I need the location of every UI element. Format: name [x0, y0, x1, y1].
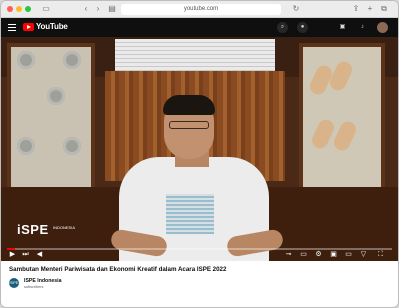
search-icon[interactable]: ⌕: [277, 22, 288, 33]
speaker-hair: [163, 95, 215, 115]
progress-bar[interactable]: [7, 248, 392, 250]
notifications-icon[interactable]: ♪: [357, 22, 368, 33]
decorative-plate: [63, 137, 81, 155]
youtube-logo-text[interactable]: YouTube: [36, 22, 68, 32]
next-icon[interactable]: ⏭: [21, 251, 30, 259]
tab-overview-icon[interactable]: ⧉: [379, 4, 389, 14]
sandal-display: [327, 59, 355, 93]
theater-mode-icon[interactable]: ▭: [344, 251, 353, 259]
channel-name[interactable]: ISPE Indonesia: [24, 278, 61, 284]
play-icon[interactable]: ▶: [8, 251, 17, 259]
fullscreen-icon[interactable]: ⛶: [376, 251, 385, 259]
sandal-display: [331, 119, 359, 153]
new-tab-icon[interactable]: +: [365, 4, 375, 14]
youtube-logo-icon[interactable]: [23, 23, 34, 31]
browser-toolbar: ▭ ‹ › ▤ youtube.com ↻ ⇪ + ⧉: [1, 1, 398, 18]
sandal-display: [309, 117, 337, 151]
youtube-header: YouTube ⌕ ● ▣ ♪: [1, 18, 398, 37]
decorative-plate: [17, 137, 35, 155]
subtitles-icon[interactable]: ▭: [299, 251, 308, 259]
share-icon[interactable]: ⇪: [351, 4, 361, 14]
back-icon[interactable]: ‹: [81, 4, 91, 14]
miniplayer-icon[interactable]: ▣: [329, 251, 338, 259]
minimize-window-button[interactable]: [16, 6, 22, 12]
account-avatar[interactable]: [377, 22, 388, 33]
decorative-plate: [63, 51, 81, 69]
browser-window: ▭ ‹ › ▤ youtube.com ↻ ⇪ + ⧉ YouTube ⌕ ● …: [0, 0, 399, 308]
zoom-window-button[interactable]: [25, 6, 31, 12]
video-player[interactable]: iSPE INDONESIA: [1, 37, 398, 261]
video-title: Sambutan Menteri Pariwisata dan Ekonomi …: [9, 266, 227, 273]
close-window-button[interactable]: [7, 6, 13, 12]
forward-icon[interactable]: ›: [93, 4, 103, 14]
progress-fill: [7, 248, 15, 250]
window-blinds: [115, 39, 275, 73]
ispe-watermark: iSPE: [17, 222, 49, 237]
ispe-watermark-subtitle: INDONESIA: [53, 225, 76, 230]
sidebar-icon[interactable]: ▭: [41, 4, 51, 14]
tab-icon[interactable]: ▤: [107, 4, 117, 14]
address-bar[interactable]: youtube.com: [121, 4, 281, 15]
microphone-icon[interactable]: ●: [297, 22, 308, 33]
decorative-plate: [47, 87, 65, 105]
airplay-icon[interactable]: ▽: [359, 251, 368, 259]
decorative-plate: [17, 51, 35, 69]
create-icon[interactable]: ▣: [337, 22, 348, 33]
autoplay-toggle-icon[interactable]: ⊸: [284, 251, 293, 259]
volume-icon[interactable]: ◀: [35, 251, 44, 259]
menu-icon[interactable]: [8, 24, 16, 31]
settings-icon[interactable]: ⚙: [314, 251, 323, 259]
speaker-glasses: [169, 121, 209, 129]
channel-avatar[interactable]: iSPE: [9, 278, 19, 288]
channel-subscribers: subscribers: [24, 285, 44, 289]
reload-icon[interactable]: ↻: [291, 4, 301, 14]
shirt-print: [166, 194, 214, 234]
